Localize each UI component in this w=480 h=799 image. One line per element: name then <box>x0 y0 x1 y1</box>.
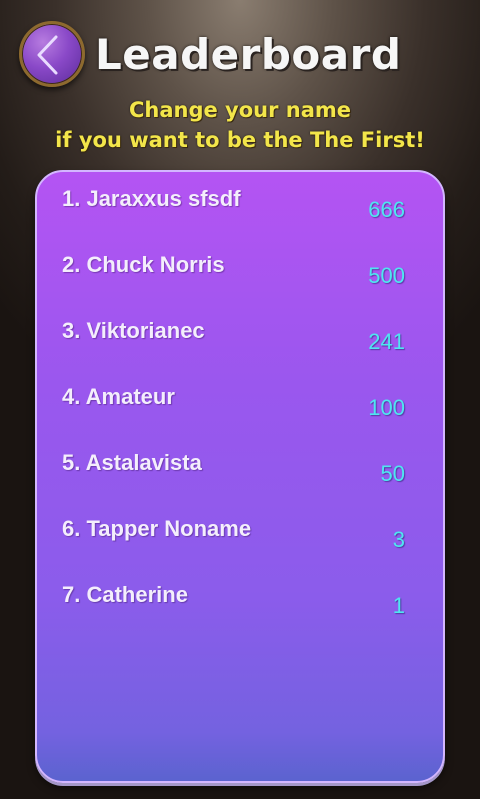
player-name: 4. Amateur <box>62 384 175 409</box>
player-name: 2. Chuck Norris <box>62 252 225 277</box>
player-score: 3 <box>392 527 405 552</box>
leaderboard-row: 7. Catherine 1 <box>37 582 443 632</box>
player-score: 666 <box>368 197 405 222</box>
leaderboard-row: 6. Tapper Noname 3 <box>37 516 443 566</box>
leaderboard-row: 4. Amateur 100 <box>37 384 443 434</box>
leaderboard-row: 1. Jaraxxus sfsdf 666 <box>37 186 443 236</box>
back-button[interactable] <box>19 21 85 87</box>
player-score: 100 <box>368 395 405 420</box>
player-score: 50 <box>380 461 405 486</box>
leaderboard-row: 2. Chuck Norris 500 <box>37 252 443 302</box>
player-score: 241 <box>368 329 405 354</box>
page-title: Leaderboard <box>95 30 402 79</box>
player-name: 6. Tapper Noname <box>62 516 252 541</box>
player-name: 3. Viktorianec <box>62 318 205 343</box>
leaderboard-row: 3. Viktorianec 241 <box>37 318 443 368</box>
player-name: 1. Jaraxxus sfsdf <box>62 186 241 211</box>
leaderboard-row: 5. Astalavista 50 <box>37 450 443 500</box>
chevron-left-icon <box>37 35 58 75</box>
player-name: 5. Astalavista <box>62 450 202 475</box>
player-name: 7. Catherine <box>62 582 188 607</box>
player-score: 1 <box>392 593 405 618</box>
leaderboard-panel: 1. Jaraxxus sfsdf 666 2. Chuck Norris 50… <box>35 170 445 783</box>
player-score: 500 <box>368 263 405 288</box>
subtitle-line-1: Change your name <box>128 98 352 122</box>
subtitle-line-2: if you want to be the The First! <box>55 128 425 152</box>
